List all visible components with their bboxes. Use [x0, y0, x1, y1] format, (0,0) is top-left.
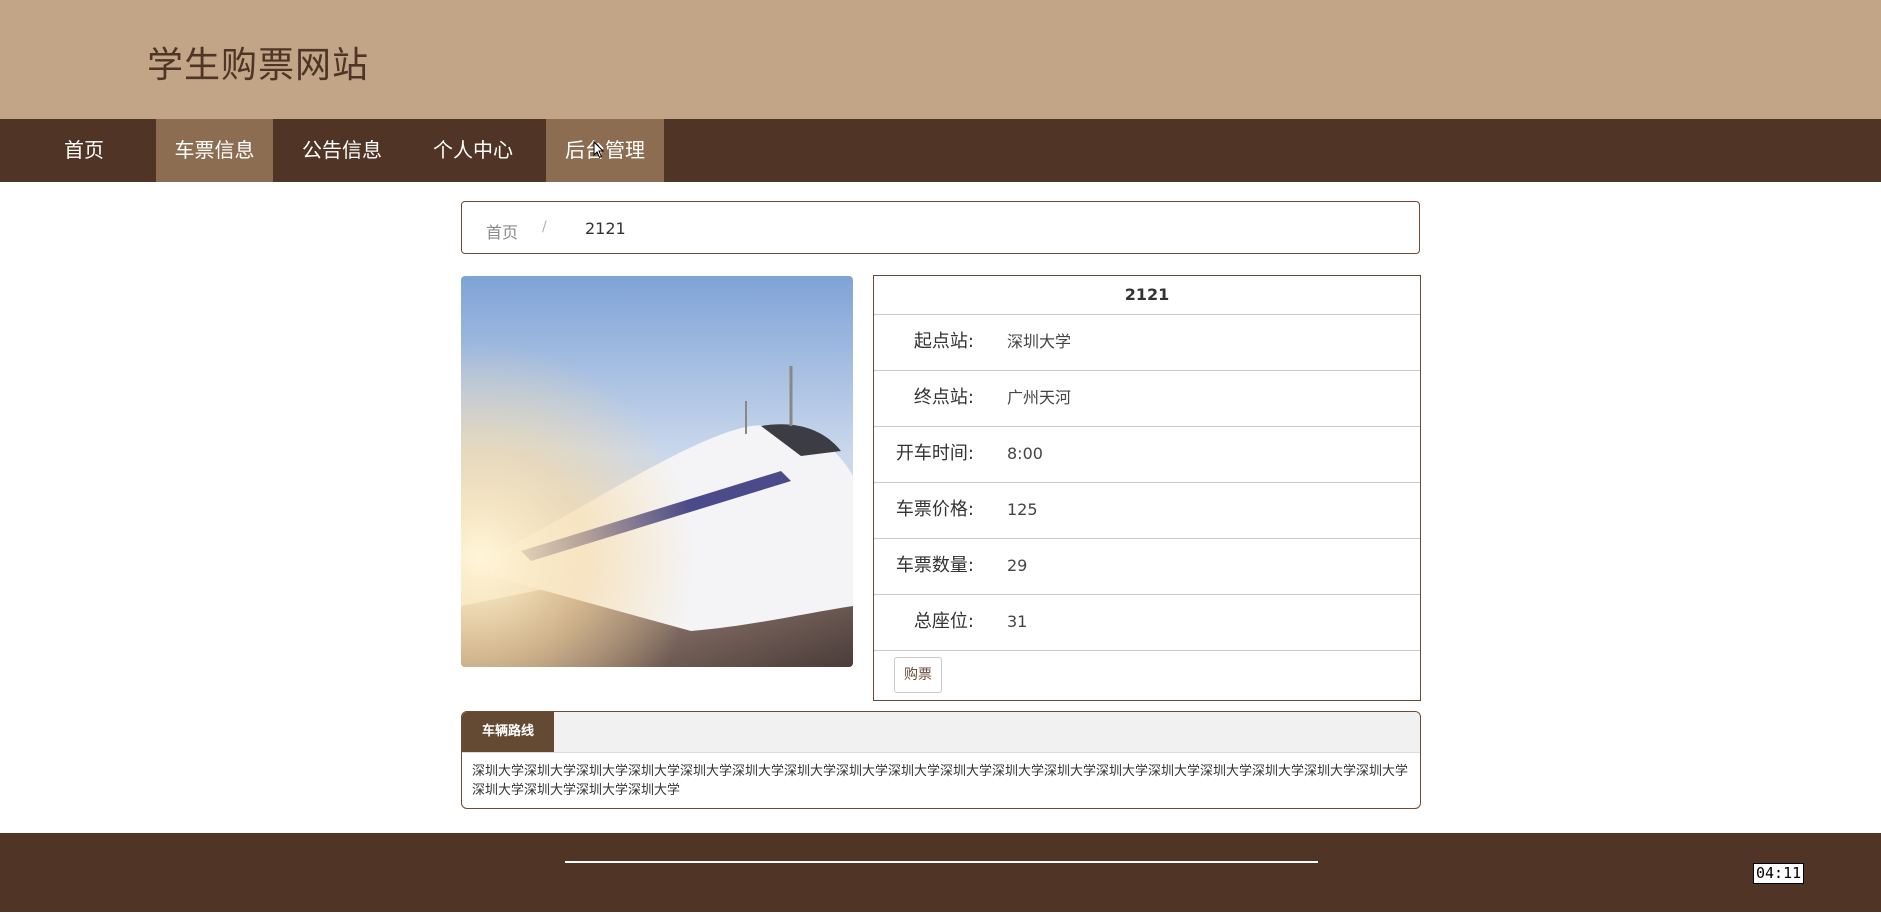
row-value: 29	[1007, 556, 1028, 575]
row-value: 125	[1007, 500, 1038, 519]
row-label: 车票价格:	[895, 499, 974, 520]
row-value: 8:00	[1007, 444, 1043, 463]
breadcrumb: 首页 / 2121	[461, 201, 1420, 254]
row-quantity: 车票数量: 29	[874, 538, 1420, 595]
row-departure-time: 开车时间: 8:00	[874, 426, 1420, 483]
arrow-cursor-icon	[593, 141, 605, 159]
row-departure: 起点站: 深圳大学	[874, 314, 1420, 371]
ticket-detail-table: 2121 起点站: 深圳大学 终点站: 广州天河 开车时间: 8:00 车票价格…	[873, 275, 1421, 701]
row-label: 车票数量:	[895, 555, 974, 576]
row-label: 终点站:	[913, 387, 974, 408]
row-destination: 终点站: 广州天河	[874, 370, 1420, 427]
route-description: 深圳大学深圳大学深圳大学深圳大学深圳大学深圳大学深圳大学深圳大学深圳大学深圳大学…	[472, 764, 1409, 798]
row-label: 起点站:	[913, 331, 974, 352]
nav-item-home[interactable]: 首页	[48, 119, 120, 182]
breadcrumb-home-link[interactable]: 首页	[486, 219, 518, 243]
clock-badge: 04:11	[1753, 863, 1805, 884]
tab-route[interactable]: 车辆路线	[462, 712, 554, 752]
buy-ticket-button[interactable]: 购票	[894, 657, 942, 693]
row-total-seats: 总座位: 31	[874, 594, 1420, 651]
nav-item-admin[interactable]: 后台管理	[546, 119, 664, 182]
row-price: 车票价格: 125	[874, 482, 1420, 539]
breadcrumb-current: 2121	[585, 219, 626, 238]
row-label: 开车时间:	[895, 443, 974, 464]
main-nav: 首页 车票信息 公告信息 个人中心 后台管理	[0, 119, 1881, 182]
site-title: 学生购票网站	[147, 45, 370, 86]
site-header: 学生购票网站	[0, 0, 1881, 119]
footer-divider	[565, 861, 1318, 863]
row-label: 总座位:	[913, 611, 974, 632]
row-value: 广州天河	[1007, 388, 1072, 407]
row-value: 31	[1007, 612, 1028, 631]
train-photo	[461, 276, 853, 667]
ticket-title: 2121	[874, 276, 1420, 315]
route-panel: 车辆路线 深圳大学深圳大学深圳大学深圳大学深圳大学深圳大学深圳大学深圳大学深圳大…	[461, 711, 1421, 809]
nav-item-announcements[interactable]: 公告信息	[290, 119, 394, 182]
nav-item-profile[interactable]: 个人中心	[420, 119, 526, 182]
route-tabbar: 车辆路线	[462, 712, 1420, 753]
nav-item-tickets[interactable]: 车票信息	[156, 119, 273, 182]
breadcrumb-separator: /	[542, 219, 547, 235]
row-value: 深圳大学	[1007, 332, 1072, 351]
site-footer: 04:11	[0, 833, 1881, 912]
